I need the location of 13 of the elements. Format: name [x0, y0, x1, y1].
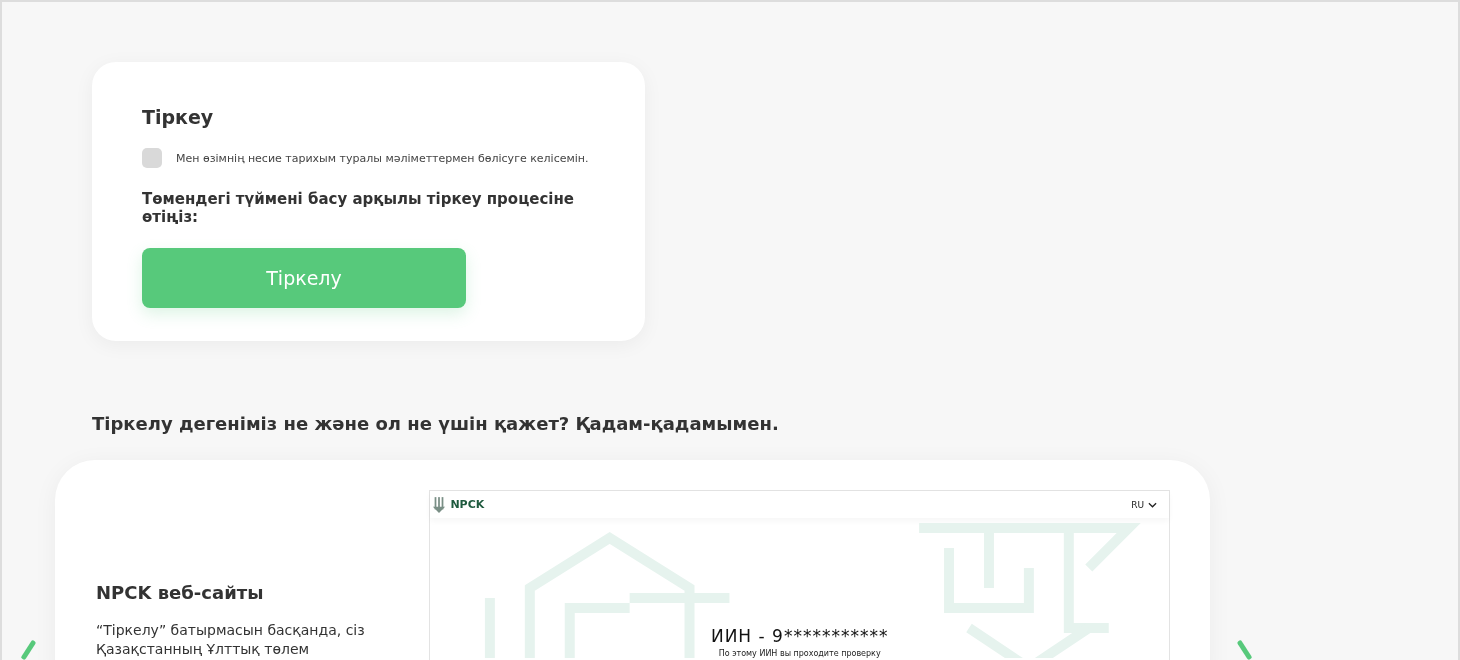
consent-label: Мен өзімнің несие тарихым туралы мәліметтермен бөлісуге келісемін. [176, 151, 589, 165]
emblem-icon [432, 495, 447, 514]
section-title: Тіркелу дегеніміз не және ол не үшін қажет? Қадам-қадамымен. [92, 413, 780, 434]
instruction-text: Төмендегі түймені басу арқылы тіркеу процесіне өтіңіз: [142, 190, 576, 226]
slide-paragraph: “Тіркелу” батырмасын басқанда, сіз Қазақстанның Ұлттық төлем [96, 621, 366, 659]
chevron-down-icon [1148, 501, 1157, 508]
slide-title: NPCK веб-сайты [96, 582, 265, 603]
card-title: Тіркеу [142, 106, 215, 128]
consent-checkbox[interactable] [142, 148, 162, 168]
brand-name[interactable]: NPCK [450, 498, 485, 511]
iin-text: ИИН - 9*********** [710, 626, 889, 646]
language-selector[interactable]: RU [1131, 499, 1157, 510]
note-text: По этому ИИН вы проходите проверку [718, 649, 881, 658]
